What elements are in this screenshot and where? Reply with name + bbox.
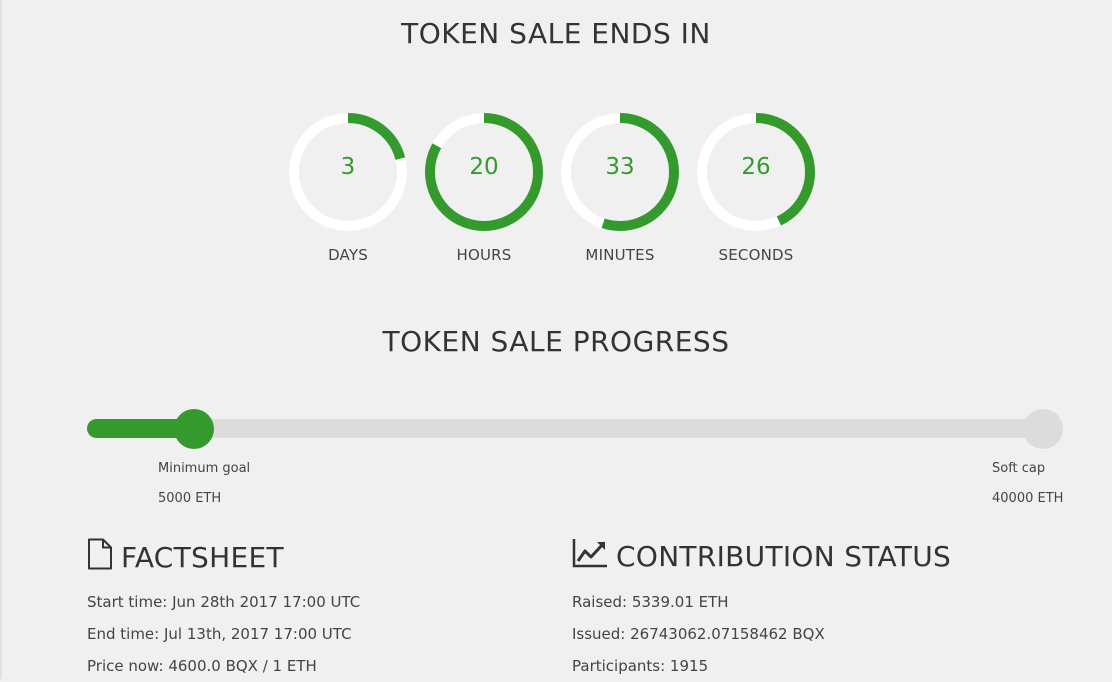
timer-days-value: 3	[340, 154, 356, 180]
minimum-goal-milestone: Minimum goal 5000 ETH	[158, 454, 250, 514]
timer-days: 3 DAYS	[286, 110, 410, 270]
contribution-participants: Participants: 1915	[572, 657, 709, 675]
contribution-list: Raised: 5339.01 ETH Issued: 26743062.071…	[572, 586, 825, 682]
minimum-goal-label: Minimum goal	[158, 461, 251, 476]
timer-hours-label: HOURS	[456, 246, 512, 264]
soft-cap-value: 40000 ETH	[992, 491, 1064, 506]
countdown-title: TOKEN SALE ENDS IN	[401, 17, 711, 50]
timer-seconds-label: SECONDS	[718, 246, 794, 264]
progress-track	[87, 419, 1047, 438]
contribution-heading: CONTRIBUTION STATUS	[572, 538, 951, 575]
timer-minutes: 33 MINUTES	[558, 110, 682, 270]
timer-hours: 20 HOURS	[422, 110, 546, 270]
soft-cap-label: Soft cap	[992, 461, 1046, 476]
line-chart-icon	[572, 538, 608, 575]
timer-days-label: DAYS	[328, 246, 368, 264]
progress-title: TOKEN SALE PROGRESS	[382, 325, 730, 358]
document-icon	[87, 538, 113, 577]
factsheet-price: Price now: 4600.0 BQX / 1 ETH	[87, 657, 317, 675]
timer-minutes-value: 33	[605, 154, 635, 180]
minimum-goal-marker	[174, 409, 214, 449]
contribution-raised: Raised: 5339.01 ETH	[572, 593, 729, 611]
factsheet-end-time: End time: Jul 13th, 2017 17:00 UTC	[87, 625, 352, 643]
factsheet-heading: FACTSHEET	[87, 538, 284, 577]
contribution-issued: Issued: 26743062.07158462 BQX	[572, 625, 825, 643]
timer-seconds-value: 26	[741, 154, 771, 180]
factsheet-start-time: Start time: Jun 28th 2017 17:00 UTC	[87, 593, 361, 611]
timer-minutes-label: MINUTES	[585, 246, 655, 264]
soft-cap-milestone: Soft cap 40000 ETH	[992, 454, 1063, 514]
timer-seconds: 26 SECONDS	[694, 110, 818, 270]
soft-cap-marker	[1023, 409, 1063, 449]
contribution-title: CONTRIBUTION STATUS	[616, 540, 952, 573]
factsheet-title: FACTSHEET	[121, 541, 284, 574]
minimum-goal-value: 5000 ETH	[158, 491, 222, 506]
factsheet-list: Start time: Jun 28th 2017 17:00 UTC End …	[87, 586, 360, 682]
timer-hours-value: 20	[469, 154, 499, 180]
